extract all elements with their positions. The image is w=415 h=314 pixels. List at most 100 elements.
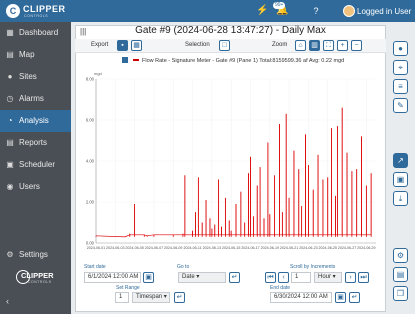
brand-name: CLIPPER [23, 4, 66, 14]
sidebar-logo: CLIPPER CONTROLS [16, 268, 56, 286]
sidebar-item-label: Dashboard [19, 28, 59, 37]
report-icon: ▤ [6, 138, 14, 147]
selection-box-icon[interactable]: □ [219, 40, 230, 51]
expand-icon[interactable]: ⛶ [323, 40, 334, 51]
sidebar-item-label: Map [19, 50, 35, 59]
chart-icon: ◔ [7, 116, 13, 125]
avatar[interactable] [343, 5, 355, 17]
sidebar-logo-text: CLIPPER [21, 271, 54, 280]
sidebar-item-label: Sites [19, 72, 37, 81]
calendar-icon[interactable]: ▣ [393, 172, 408, 187]
trend-icon[interactable]: ↗ [393, 153, 408, 168]
x-tick-label: 2024-06-09 [164, 246, 182, 250]
settings-icon[interactable]: ⚙ [393, 248, 408, 263]
pin-icon: ● [7, 72, 13, 81]
selection-label: Selection [185, 42, 210, 48]
sidebar-item-dashboard[interactable]: ▦ Dashboard [0, 22, 71, 44]
legend-text: Flow Rate - Signature Meter - Gate #9 (P… [142, 58, 345, 64]
legend-swatch [133, 59, 139, 61]
end-date-field[interactable]: 6/30/2024 12:00 AM [270, 292, 332, 303]
zoom-in-icon[interactable]: + [337, 40, 348, 51]
last-icon[interactable]: ⏭ [358, 272, 369, 283]
notification-badge: 99+ [273, 2, 286, 9]
activity-icon[interactable]: ⚡ [256, 5, 268, 17]
sidebar-item-label: Analysis [19, 116, 49, 125]
users-icon: ◉ [6, 182, 14, 191]
end-calendar-icon[interactable]: ▣ [335, 292, 346, 303]
brand-subtitle: CONTROLS [24, 14, 49, 18]
user-label[interactable]: Logged in User [357, 7, 411, 16]
sidebar-item-scheduler[interactable]: ▣ Scheduler [0, 154, 71, 176]
legend-checkbox[interactable] [122, 57, 128, 63]
grid-icon: ▦ [6, 28, 14, 37]
goto-enter-icon[interactable]: ↵ [229, 272, 240, 283]
goto-label: Go to [177, 264, 190, 270]
page-title: Gate #9 (2024-06-28 13:47:27) - Daily Ma… [135, 25, 326, 36]
x-tick-label: 2024-06-17 [241, 246, 259, 250]
scroll-unit-select[interactable]: Hour ▾ [314, 272, 342, 283]
x-tick-label: 2024-06-03 [106, 246, 124, 250]
next-icon[interactable]: › [345, 272, 356, 283]
download-icon[interactable]: ⤓ [393, 191, 408, 206]
sidebar-item-map[interactable]: ▤ Map [0, 44, 71, 66]
gear-icon: ⚙ [6, 250, 14, 259]
sidebar-item-analysis[interactable]: ◔ Analysis [0, 110, 71, 132]
zoom-out-icon[interactable]: − [351, 40, 362, 51]
collapse-sidebar-button[interactable]: ‹ [6, 296, 9, 306]
series-line [95, 107, 372, 238]
x-tick-label: 2024-06-01 [87, 246, 105, 250]
sidebar-item-reports[interactable]: ▤ Reports [0, 132, 71, 154]
sidebar-item-alarms[interactable]: ◷ Alarms [0, 88, 71, 110]
table-icon[interactable]: ▦ [131, 40, 142, 51]
edit-icon[interactable]: ✎ [393, 98, 408, 113]
y-axis-label: mgd [94, 71, 102, 76]
start-calendar-icon[interactable]: ▣ [143, 272, 154, 283]
x-tick-label: 2024-06-13 [203, 246, 221, 250]
sidebar-item-users[interactable]: ◉ Users [0, 176, 71, 198]
copy-icon[interactable]: ❐ [393, 286, 408, 301]
export-label: Export [91, 42, 109, 48]
sidebar-item-label: Reports [19, 138, 48, 147]
sidebar-item-label: Users [19, 182, 40, 191]
goto-select[interactable]: Date ▾ [178, 272, 226, 283]
first-icon[interactable]: ⏮ [265, 272, 276, 283]
scroll-label: Scroll by Increments [290, 264, 336, 270]
apply-range-icon[interactable]: ↵ [174, 292, 185, 303]
x-tick-label: 2024-06-05 [125, 246, 143, 250]
sidebar-item-sites[interactable]: ● Sites [0, 66, 71, 88]
goto-value: Date [182, 274, 195, 280]
range-unit-select[interactable]: Timespan ▾ [132, 292, 170, 303]
help-icon[interactable]: ? [310, 5, 322, 17]
x-tick-label: 2024-06-29 [357, 246, 375, 250]
scroll-unit-value: Hour [318, 274, 332, 280]
x-tick-label: 2024-06-19 [261, 246, 279, 250]
sidebar-item-label: Settings [19, 250, 48, 259]
save-icon[interactable]: ▪ [117, 40, 128, 51]
sidebar-item-label: Alarms [19, 94, 44, 103]
y-tick-label: 2.00 [86, 200, 95, 205]
alarm-icon: ◷ [6, 94, 14, 103]
brand-logo-icon: C [6, 4, 20, 18]
chart-legend[interactable]: Flow Rate - Signature Meter - Gate #9 (P… [122, 57, 344, 64]
y-tick-label: 8.00 [86, 77, 95, 82]
scroll-value-field[interactable]: 1 [291, 272, 311, 283]
start-date-field[interactable]: 6/1/2024 12:00 AM [84, 272, 141, 283]
zoom-fit-icon[interactable]: ▥ [309, 40, 320, 51]
calendar-icon: ▣ [6, 160, 14, 169]
previous-icon[interactable]: ‹ [278, 272, 289, 283]
map-icon: ▤ [6, 50, 14, 59]
x-tick-label: 2024-06-25 [319, 246, 337, 250]
range-value-field[interactable]: 1 [115, 292, 129, 303]
sites-circle-icon[interactable]: ● [393, 41, 408, 56]
list-icon[interactable]: ≡ [393, 79, 408, 94]
x-tick-label: 2024-06-27 [338, 246, 356, 250]
home-icon[interactable]: ⌂ [295, 40, 306, 51]
y-tick-label: 0.00 [86, 241, 95, 246]
y-tick-label: 4.00 [86, 159, 95, 164]
flow-rate-chart[interactable]: mgd0.002.004.006.008.00 2024-06-01 2024-0… [80, 67, 382, 262]
end-date-label: End date [270, 285, 291, 291]
sidebar-item-settings[interactable]: ⚙ Settings [0, 244, 71, 266]
document-icon[interactable]: ▤ [393, 267, 408, 282]
location-pin-icon[interactable]: ⌖ [393, 60, 408, 75]
apply-end-icon[interactable]: ↵ [349, 292, 360, 303]
